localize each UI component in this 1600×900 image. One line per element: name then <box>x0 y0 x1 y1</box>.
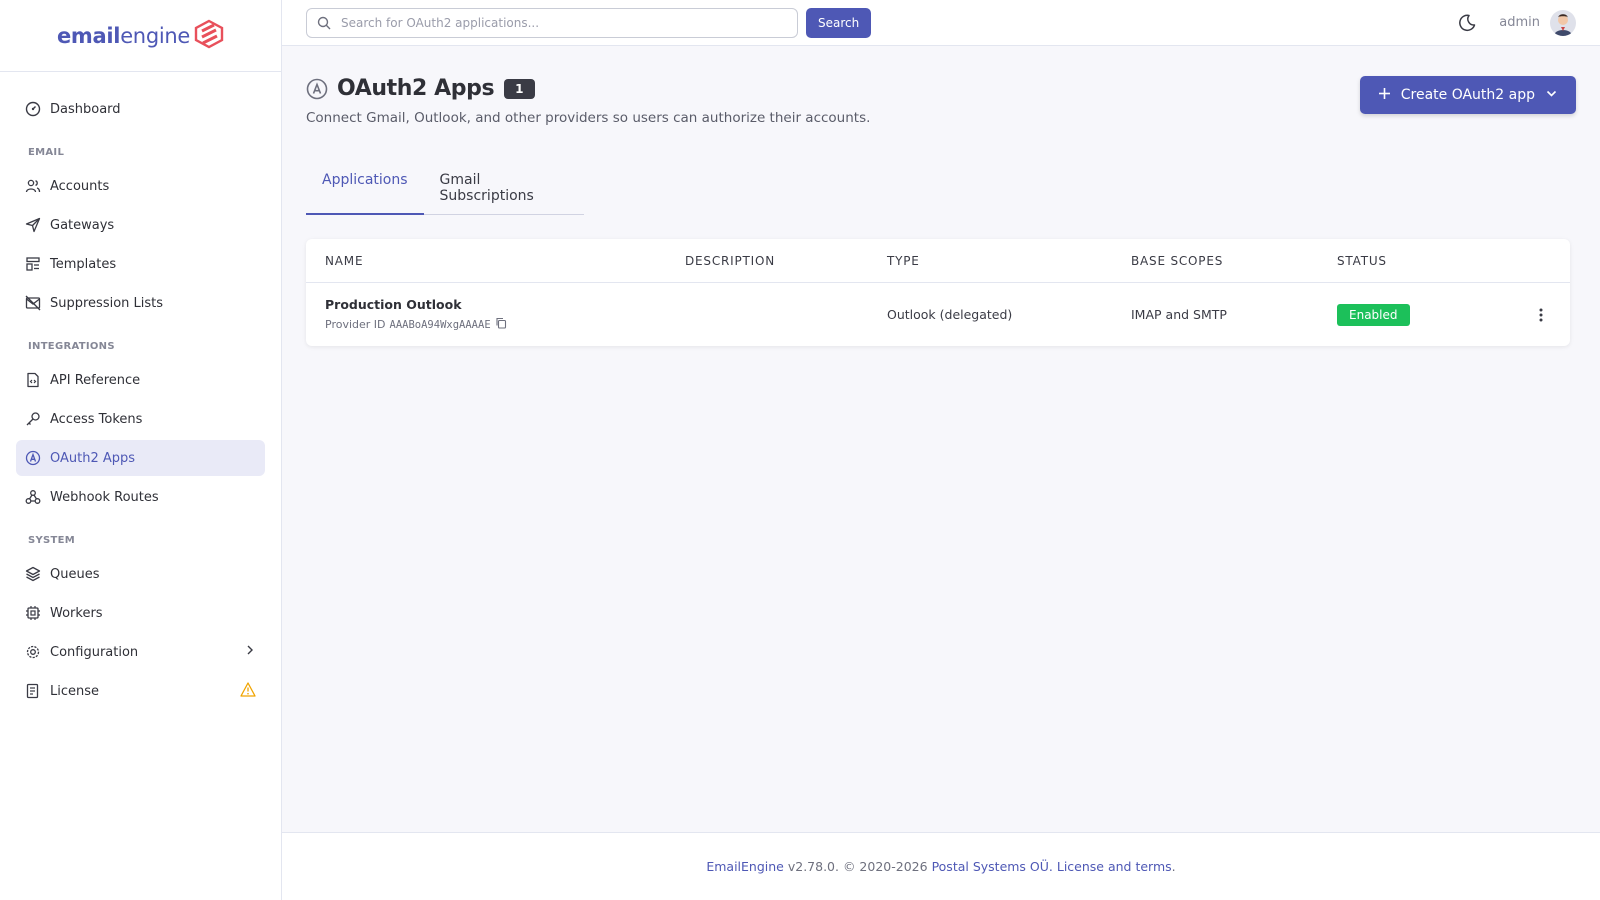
tab-applications[interactable]: Applications <box>306 172 424 215</box>
sidebar-item-access-tokens[interactable]: Access Tokens <box>16 401 265 437</box>
sidebar-item-label: Access Tokens <box>50 411 143 427</box>
footer-product-link[interactable]: EmailEngine <box>706 859 784 874</box>
column-header-description[interactable]: DESCRIPTION <box>679 254 881 268</box>
brand-logo[interactable]: emailengine <box>0 0 281 72</box>
nav-section-email: EMAIL <box>28 147 65 158</box>
plus-icon <box>1378 87 1391 104</box>
sidebar-item-label: Dashboard <box>50 101 121 117</box>
create-button-label: Create OAuth2 app <box>1400 87 1535 103</box>
tab-bar: Applications Gmail Subscriptions <box>306 172 584 215</box>
file-code-icon <box>25 372 41 388</box>
footer: EmailEngine v2.78.0. © 2020-2026 Postal … <box>282 832 1600 900</box>
sidebar: emailengine Dashboard EMAIL Accounts Gat… <box>0 0 282 900</box>
sidebar-item-api-reference[interactable]: API Reference <box>16 362 265 398</box>
sidebar-item-suppression-lists[interactable]: Suppression Lists <box>16 285 265 321</box>
count-badge: 1 <box>504 78 535 99</box>
nav-section-system: SYSTEM <box>28 535 76 546</box>
dashboard-icon <box>25 101 41 117</box>
sidebar-item-label: Queues <box>50 566 100 582</box>
search-button[interactable]: Search <box>806 7 872 38</box>
moon-icon[interactable] <box>1457 13 1477 33</box>
key-icon <box>25 411 41 427</box>
app-name-link[interactable]: Production Outlook <box>325 297 679 312</box>
warning-icon <box>240 681 256 701</box>
apps-table: NAME DESCRIPTION TYPE BASE SCOPES STATUS… <box>306 239 1570 346</box>
column-header-type[interactable]: TYPE <box>881 254 1125 268</box>
sidebar-item-configuration[interactable]: Configuration <box>16 634 265 670</box>
sidebar-item-gateways[interactable]: Gateways <box>16 207 265 243</box>
sidebar-item-workers[interactable]: Workers <box>16 595 265 631</box>
more-options-icon[interactable] <box>1532 306 1550 324</box>
cpu-icon <box>25 605 41 621</box>
chevron-right-icon <box>244 644 256 660</box>
sidebar-item-queues[interactable]: Queues <box>16 556 265 592</box>
app-scopes: IMAP and SMTP <box>1131 307 1227 322</box>
sidebar-item-label: Suppression Lists <box>50 295 164 311</box>
sidebar-item-templates[interactable]: Templates <box>16 246 265 282</box>
search-box <box>306 7 798 38</box>
sidebar-item-dashboard[interactable]: Dashboard <box>16 91 265 127</box>
user-name[interactable]: admin <box>1499 15 1540 30</box>
column-header-base-scopes[interactable]: BASE SCOPES <box>1125 254 1331 268</box>
users-icon <box>25 178 41 194</box>
provider-id-label: Provider ID <box>325 318 386 331</box>
mail-off-icon <box>25 295 41 311</box>
template-icon <box>25 256 41 272</box>
sidebar-item-label: License <box>50 683 100 699</box>
sidebar-item-label: Gateways <box>50 217 115 233</box>
gear-icon <box>25 644 41 660</box>
sidebar-nav: Dashboard EMAIL Accounts Gateways Templa… <box>0 72 281 709</box>
table-header: NAME DESCRIPTION TYPE BASE SCOPES STATUS <box>306 239 1570 283</box>
sidebar-item-label: Templates <box>50 256 117 272</box>
sidebar-item-label: Accounts <box>50 178 110 194</box>
search-icon <box>317 16 331 30</box>
copy-icon[interactable] <box>495 317 507 332</box>
provider-id: Provider ID AAABoA94WxgAAAAE <box>325 317 679 332</box>
sidebar-item-label: API Reference <box>50 372 141 388</box>
chevron-down-icon <box>1545 87 1558 104</box>
license-icon <box>25 683 41 699</box>
column-header-name[interactable]: NAME <box>306 254 679 268</box>
footer-company-link[interactable]: Postal Systems OÜ. <box>932 859 1053 874</box>
column-header-status[interactable]: STATUS <box>1331 254 1511 268</box>
footer-version: v2.78.0. © 2020-2026 <box>787 859 928 874</box>
sidebar-item-webhook-routes[interactable]: Webhook Routes <box>16 479 265 515</box>
sidebar-item-label: OAuth2 Apps <box>50 450 136 466</box>
footer-period: . <box>1171 859 1176 874</box>
create-oauth2-app-button[interactable]: Create OAuth2 app <box>1359 76 1576 114</box>
brand-mark-icon <box>194 19 224 53</box>
avatar[interactable] <box>1550 9 1576 36</box>
search-input[interactable] <box>306 7 798 38</box>
status-badge: Enabled <box>1337 303 1410 326</box>
oauth-icon <box>25 450 41 466</box>
provider-id-value: AAABoA94WxgAAAAE <box>389 318 491 331</box>
table-row[interactable]: Production Outlook Provider ID AAABoA94W… <box>306 283 1570 346</box>
sidebar-item-oauth2-apps[interactable]: OAuth2 Apps <box>16 440 265 476</box>
tab-gmail-subscriptions[interactable]: Gmail Subscriptions <box>424 172 584 214</box>
page-title: OAuth2 Apps <box>337 76 495 101</box>
layers-icon <box>25 566 41 582</box>
main-content: OAuth2 Apps 1 Connect Gmail, Outlook, an… <box>282 46 1600 832</box>
webhook-icon <box>25 489 41 505</box>
app-type: Outlook (delegated) <box>887 307 1013 322</box>
footer-license-link[interactable]: License and terms <box>1057 859 1172 874</box>
page-header: OAuth2 Apps 1 Connect Gmail, Outlook, an… <box>306 76 1576 146</box>
topbar: Search admin <box>282 0 1600 46</box>
brand-wordmark: emailengine <box>56 23 191 48</box>
nav-section-integrations: INTEGRATIONS <box>28 341 115 352</box>
oauth-icon <box>306 78 328 100</box>
sidebar-item-accounts[interactable]: Accounts <box>16 168 265 204</box>
sidebar-item-label: Workers <box>50 605 103 621</box>
sidebar-item-license[interactable]: License <box>16 673 265 709</box>
sidebar-item-label: Configuration <box>50 644 139 660</box>
sidebar-item-label: Webhook Routes <box>50 489 159 505</box>
send-icon <box>25 217 41 233</box>
